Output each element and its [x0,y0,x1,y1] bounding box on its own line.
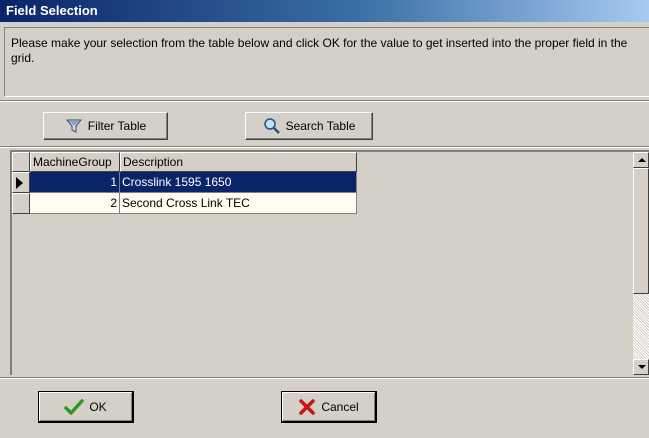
filter-funnel-icon [65,117,83,135]
column-header-description[interactable]: Description [120,152,357,172]
table-row[interactable]: 1 Crosslink 1595 1650 [12,172,357,193]
scroll-thumb[interactable] [633,168,649,294]
divider [0,146,649,148]
current-row-arrow-icon [16,177,23,189]
column-header-machinegroup[interactable]: MachineGroup [30,152,120,172]
table-row[interactable]: 2 Second Cross Link TEC [12,193,357,214]
title-bar: Field Selection [0,0,649,22]
scroll-track[interactable] [633,294,649,359]
arrow-down-icon [638,365,646,369]
filter-table-label: Filter Table [87,119,147,133]
description-cell[interactable]: Crosslink 1595 1650 [120,172,357,193]
row-indicator[interactable] [12,172,30,193]
machine-group-cell[interactable]: 1 [30,172,120,193]
search-table-label: Search Table [285,119,356,133]
cancel-button[interactable]: Cancel [281,391,377,423]
machine-group-cell[interactable]: 2 [30,193,120,214]
row-indicator[interactable] [12,193,30,214]
selection-grid[interactable]: MachineGroup Description 1 Crosslink 159… [10,150,649,375]
search-table-button[interactable]: Search Table [245,112,373,140]
vertical-scrollbar[interactable] [633,152,649,375]
scroll-up-button[interactable] [633,152,649,168]
description-cell[interactable]: Second Cross Link TEC [120,193,357,214]
scroll-down-button[interactable] [633,359,649,375]
x-icon [298,398,316,416]
divider [0,100,649,102]
ok-button[interactable]: OK [38,391,134,423]
divider [0,377,649,379]
cancel-label: Cancel [321,399,359,414]
instruction-message: Please make your selection from the tabl… [4,27,649,97]
ok-label: OK [89,399,107,414]
arrow-up-icon [638,158,646,162]
filter-table-button[interactable]: Filter Table [43,112,168,140]
instruction-text: Please make your selection from the tabl… [11,36,628,65]
row-indicator-header [12,152,30,172]
window-title: Field Selection [6,3,98,18]
grid-header: MachineGroup Description [12,152,357,172]
magnifier-icon [263,117,281,135]
checkmark-icon [64,398,85,416]
